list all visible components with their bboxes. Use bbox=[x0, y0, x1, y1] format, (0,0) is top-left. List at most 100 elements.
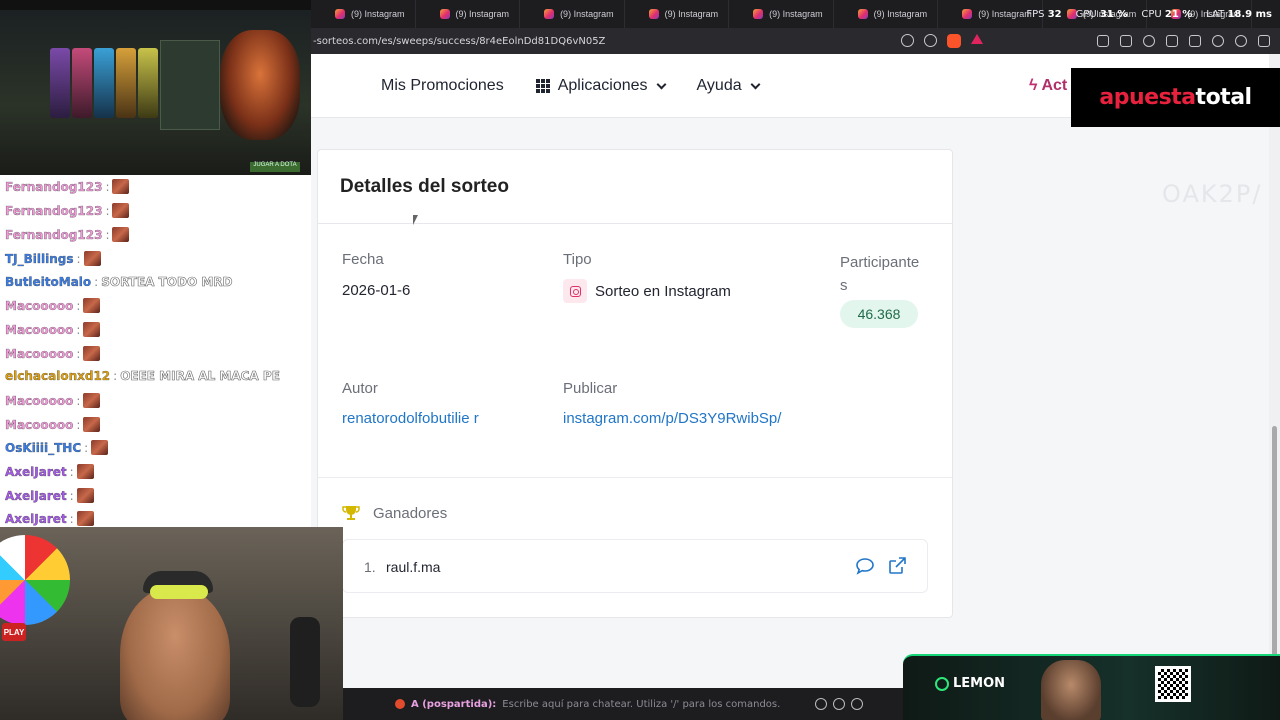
qr-code bbox=[1155, 666, 1191, 702]
streamer-glasses bbox=[150, 585, 208, 599]
main-nav: Mis Promociones Aplicaciones Ayuda bbox=[381, 54, 761, 118]
download-icon[interactable] bbox=[1120, 35, 1132, 47]
chat-separator: : bbox=[105, 227, 110, 242]
chat-username[interactable]: Fernandog123 bbox=[5, 179, 103, 193]
chat-username[interactable]: Macooooo bbox=[5, 322, 74, 336]
game-titlebar bbox=[0, 0, 311, 10]
help-icon[interactable] bbox=[851, 698, 863, 710]
streamer bbox=[120, 587, 230, 720]
play-badge: PLAY bbox=[2, 623, 26, 641]
action-button[interactable]: ϟ Act bbox=[1029, 54, 1067, 118]
emote-icon bbox=[112, 203, 130, 218]
nav-label: Mis Promociones bbox=[381, 77, 504, 94]
wallet-icon[interactable] bbox=[1189, 35, 1201, 47]
chat-username[interactable]: AxelJaret bbox=[5, 488, 67, 502]
hero-card bbox=[116, 48, 136, 118]
ai-icon[interactable] bbox=[1212, 35, 1224, 47]
trophy-icon bbox=[342, 506, 360, 520]
browser-tab[interactable]: (9) Instagram bbox=[625, 0, 730, 28]
winner-number: 1. bbox=[364, 559, 376, 575]
stream-chat-input[interactable]: A (pospartida): Escribe aquí para chatea… bbox=[343, 688, 903, 720]
browser-tab[interactable]: (9) Instagram bbox=[311, 0, 416, 28]
emote-icon bbox=[83, 417, 101, 432]
share-icon[interactable] bbox=[924, 34, 937, 47]
emote-icon bbox=[83, 251, 101, 266]
winner-name: raul.f.ma bbox=[386, 559, 441, 575]
chat-username[interactable]: elchacalonxd12 bbox=[5, 369, 110, 383]
browser-tab[interactable]: (9) Instagram bbox=[520, 0, 625, 28]
chat-message: Fernandog123: bbox=[5, 227, 130, 242]
chat-separator: : bbox=[76, 298, 81, 313]
chat-username[interactable]: AxelJaret bbox=[5, 464, 67, 478]
address-bar[interactable]: -sorteos.com/es/sweeps/success/8r4eEolnD… bbox=[311, 28, 1280, 54]
page-scrollbar[interactable] bbox=[1269, 54, 1280, 688]
music-icon[interactable] bbox=[1143, 35, 1155, 47]
browser-tab[interactable]: (9) Instagram bbox=[729, 0, 834, 28]
menu-icon[interactable] bbox=[1258, 35, 1270, 47]
chat-message: Macooooo: bbox=[5, 393, 101, 408]
image-icon[interactable] bbox=[833, 698, 845, 710]
user-avatar bbox=[395, 699, 405, 709]
hero-card bbox=[72, 48, 92, 118]
scrollbar-thumb[interactable] bbox=[1272, 426, 1277, 676]
brave-rewards-icon[interactable] bbox=[971, 34, 983, 44]
vpn-icon[interactable] bbox=[1235, 35, 1247, 47]
chat-input-placeholder[interactable]: Escribe aquí para chatear. Utiliza '/' p… bbox=[502, 699, 780, 710]
emote-icon bbox=[112, 227, 130, 242]
winners-label: Ganadores bbox=[373, 505, 448, 522]
chat-username[interactable]: OsKiiii_THC bbox=[5, 440, 81, 454]
chat-username[interactable]: Macooooo bbox=[5, 393, 74, 407]
chat-separator: : bbox=[113, 369, 118, 383]
chat-username[interactable]: ButleitoMalo bbox=[5, 275, 91, 289]
url-text[interactable]: -sorteos.com/es/sweeps/success/8r4eEolnD… bbox=[311, 36, 605, 47]
chat-message: Macooooo: bbox=[5, 298, 101, 313]
chat-separator: : bbox=[69, 488, 74, 503]
chat-message: AxelJaret: bbox=[5, 464, 94, 479]
chevron-down-icon bbox=[656, 79, 666, 89]
screenshot-icon[interactable] bbox=[1097, 35, 1109, 47]
nav-ayuda[interactable]: Ayuda bbox=[697, 77, 761, 95]
author-link[interactable]: renatorodolfobutilie r bbox=[342, 408, 484, 430]
chat-username[interactable]: Fernandog123 bbox=[5, 203, 103, 217]
mouse-cursor bbox=[413, 215, 418, 225]
chat-username[interactable]: Macooooo bbox=[5, 298, 74, 312]
chat-separator: : bbox=[69, 511, 74, 526]
emoji-icon[interactable] bbox=[815, 698, 827, 710]
chat-text: OEEE MIRA AL MACA PE bbox=[120, 369, 280, 384]
chat-separator: : bbox=[84, 440, 89, 455]
external-link-icon[interactable] bbox=[887, 556, 907, 576]
game-panel bbox=[160, 40, 220, 130]
sponsor-portrait bbox=[1041, 660, 1101, 720]
chat-message: AxelJaret: bbox=[5, 488, 94, 503]
nav-aplicaciones[interactable]: Aplicaciones bbox=[535, 77, 666, 95]
browser-tab[interactable]: (9) Instagram bbox=[416, 0, 521, 28]
lemon-icon bbox=[935, 676, 949, 691]
play-dota-button: JUGAR A DOTA bbox=[250, 162, 300, 172]
game-hero-model bbox=[220, 30, 300, 140]
zoom-icon[interactable] bbox=[901, 34, 914, 47]
emote-icon bbox=[83, 298, 101, 313]
lemon-logo: LEMON bbox=[935, 676, 1005, 691]
chat-username[interactable]: Macooooo bbox=[5, 346, 74, 360]
message-icon[interactable] bbox=[855, 556, 875, 576]
lemon-sponsor-banner: LEMON bbox=[903, 654, 1280, 720]
divider bbox=[318, 477, 952, 478]
emote-icon bbox=[83, 346, 101, 361]
chat-username[interactable]: AxelJaret bbox=[5, 511, 67, 525]
sidebar-icon[interactable] bbox=[1166, 35, 1178, 47]
emote-icon bbox=[76, 511, 94, 526]
game-preview: JUGAR A DOTA bbox=[0, 0, 311, 175]
brave-shield-icon[interactable] bbox=[947, 34, 961, 48]
instagram-icon bbox=[563, 279, 587, 303]
chat-message: Fernandog123: bbox=[5, 203, 130, 218]
chat-username[interactable]: Macooooo bbox=[5, 417, 74, 431]
publish-link[interactable]: instagram.com/p/DS3Y9RwibSp/ bbox=[563, 408, 781, 430]
tab-label: (9) Instagram bbox=[664, 9, 719, 19]
instagram-icon bbox=[753, 9, 764, 19]
chat-username[interactable]: Fernandog123 bbox=[5, 227, 103, 241]
browser-tab[interactable]: (9) Instagram bbox=[834, 0, 939, 28]
nav-mis-promociones[interactable]: Mis Promociones bbox=[381, 77, 504, 95]
hero-card bbox=[50, 48, 70, 118]
chat-username[interactable]: TJ_Billings bbox=[5, 251, 74, 265]
chat-separator: : bbox=[94, 275, 99, 289]
